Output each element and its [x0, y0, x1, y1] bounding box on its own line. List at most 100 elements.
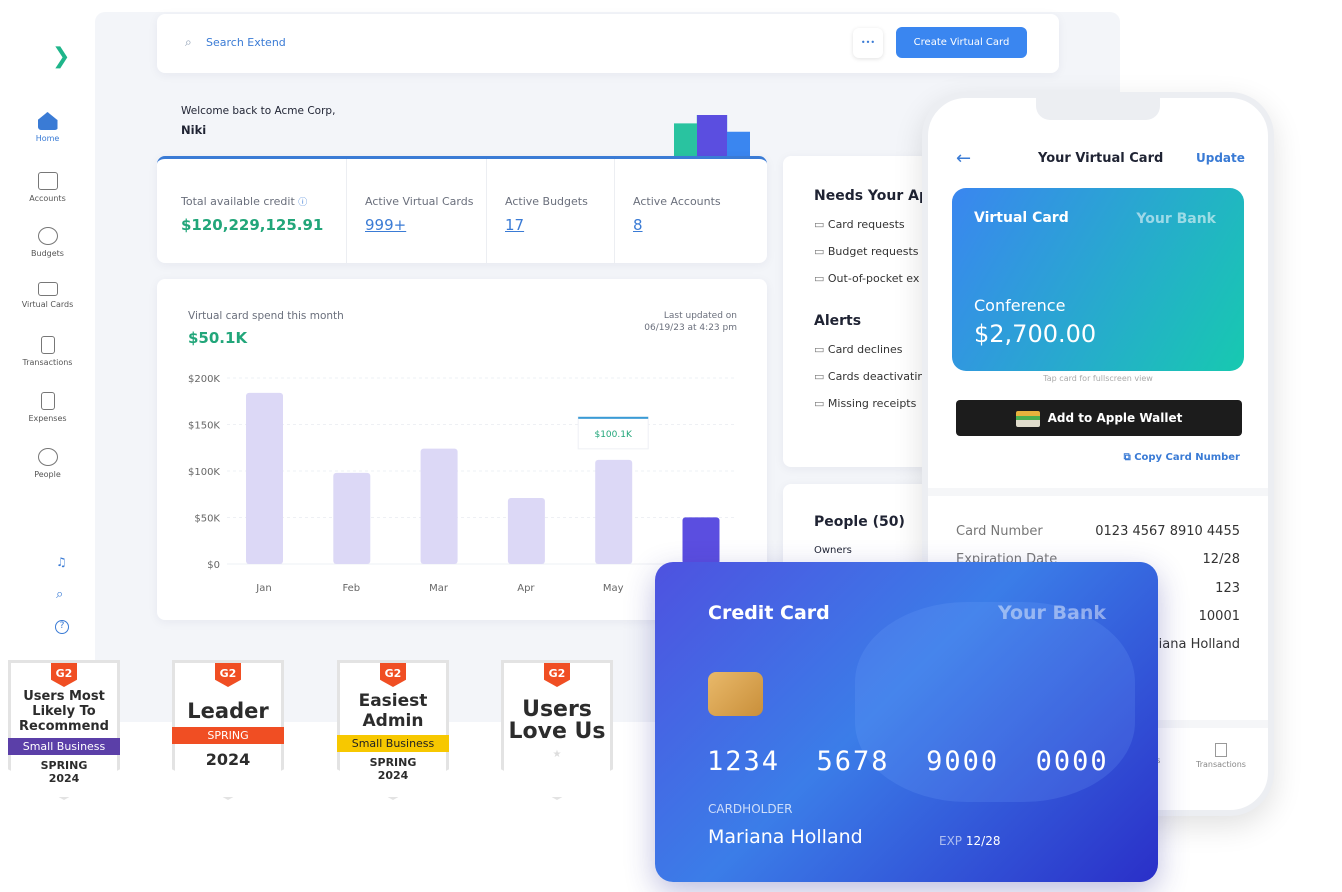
nav-label: Transactions — [22, 358, 73, 367]
badge-ribbon: Small Business — [8, 738, 120, 755]
g2-badge-easiest-admin: G2 Easiest Admin Small Business SPRING 2024 — [337, 660, 449, 800]
sidebar-item-accounts[interactable]: Accounts — [0, 172, 95, 203]
receipt-icon — [1214, 743, 1227, 757]
copy-card-number-link[interactable]: ⧉ Copy Card Number — [1124, 452, 1240, 463]
credit-card-title: Credit Card — [708, 602, 830, 624]
nav-label: Virtual Cards — [21, 300, 74, 309]
y-tick-label: $200K — [188, 374, 220, 385]
sidebar-item-budgets[interactable]: Budgets — [0, 227, 95, 258]
cardholder-label: CARDHOLDER — [708, 802, 793, 816]
wallet-icon — [1015, 410, 1040, 427]
divider — [614, 159, 615, 263]
expiry: EXP 12/28 — [939, 834, 1000, 848]
stat-accounts: Active Accounts 8 — [633, 195, 721, 234]
badge-foot: SPRING 2024 — [369, 756, 417, 782]
g2-logo: G2 — [215, 663, 241, 687]
wallet-label: Add to Apple Wallet — [1047, 411, 1183, 425]
search-icon[interactable]: ⌕ — [56, 587, 63, 602]
detail-card-number: Card Number 0123 4567 8910 4455 — [956, 524, 1240, 539]
nav-label: Budgets — [31, 249, 64, 258]
bar — [682, 517, 720, 564]
credit-card-bank: Your Bank — [997, 602, 1106, 624]
sidebar-item-home[interactable]: Home — [0, 112, 95, 143]
virtual-card[interactable]: Virtual Card Your Bank Conference $2,700… — [952, 188, 1244, 371]
info-icon: ⓘ — [298, 198, 308, 208]
badge-ribbon: Small Business — [337, 735, 449, 752]
sidebar-item-people[interactable]: People — [0, 448, 95, 479]
sidebar-item-virtual-cards[interactable]: Virtual Cards — [0, 282, 95, 309]
card-requests-link[interactable]: Card requests — [814, 218, 929, 231]
cards-deactivating-link[interactable]: Cards deactivatin — [814, 370, 929, 383]
search-icon: ⌕ — [185, 35, 192, 49]
copy-label: Copy Card Number — [1134, 452, 1240, 463]
divider — [486, 159, 487, 263]
badge-line: Admin — [362, 711, 424, 731]
people-icon — [37, 448, 58, 466]
chip-icon — [708, 672, 763, 716]
user-name: Niki — [181, 123, 207, 137]
search-input[interactable]: Search Extend — [206, 36, 286, 49]
tab-label: Transactions — [1196, 760, 1246, 769]
g2-badge-leader: G2 Leader SPRING 2024 — [172, 660, 284, 800]
stat-value: $120,229,125.91 — [181, 216, 324, 234]
credit-card: Credit Card Your Bank 1234 5678 9000 000… — [655, 562, 1158, 882]
budget-requests-link[interactable]: Budget requests — [814, 245, 929, 258]
more-button[interactable]: ••• — [853, 28, 883, 58]
badge-ribbon: SPRING — [172, 727, 284, 744]
stat-link[interactable]: 17 — [505, 216, 588, 234]
badge-line: Users Most — [23, 689, 105, 704]
x-tick-label: Feb — [342, 583, 360, 594]
owners-label: Owners — [814, 545, 852, 556]
divider — [928, 488, 1268, 496]
stat-budgets: Active Budgets 17 — [505, 195, 588, 234]
help-icon[interactable]: ? — [55, 620, 69, 634]
phone-title: Your Virtual Card — [1038, 151, 1164, 166]
add-to-apple-wallet-button[interactable]: Add to Apple Wallet — [956, 400, 1242, 436]
stats-card: Total available credit ⓘ $120,229,125.91 … — [157, 156, 767, 263]
y-tick-label: $150K — [188, 421, 220, 432]
card-declines-link[interactable]: Card declines — [814, 343, 929, 356]
y-tick-label: $50K — [194, 514, 220, 525]
out-of-pocket-link[interactable]: Out-of-pocket ex — [814, 272, 929, 285]
y-tick-label: $0 — [207, 560, 220, 571]
badge-line: Likely To — [32, 704, 96, 719]
sidebar-item-expenses[interactable]: Expenses — [0, 392, 95, 423]
expense-icon — [40, 392, 55, 410]
virtual-card-name: Conference — [974, 296, 1066, 315]
detail-value: iana Holland — [1158, 637, 1240, 652]
stat-virtual-cards: Active Virtual Cards 999+ — [365, 195, 473, 234]
alerts-title: Alerts — [814, 313, 862, 329]
virtual-card-title: Virtual Card — [974, 210, 1069, 226]
badge-line: Love Us — [508, 719, 606, 744]
x-tick-label: Apr — [517, 583, 535, 594]
nav-label: Home — [35, 134, 60, 143]
create-virtual-card-button[interactable]: Create Virtual Card — [896, 27, 1027, 58]
g2-logo: G2 — [51, 663, 77, 687]
stat-link[interactable]: 999+ — [365, 216, 473, 234]
welcome-text: Welcome back to Acme Corp, — [181, 105, 336, 117]
back-arrow-icon[interactable]: ← — [956, 148, 971, 169]
tooltip-accent — [578, 416, 649, 419]
badge-line: Users — [522, 697, 592, 722]
badge-foot: 2024 — [205, 750, 251, 769]
star-icon: ★ — [552, 749, 562, 760]
bar — [246, 392, 283, 564]
y-tick-label: $100K — [188, 467, 220, 478]
missing-receipts-link[interactable]: Missing receipts — [814, 397, 929, 410]
stat-label: Active Accounts — [633, 195, 721, 208]
x-tick-label: May — [603, 583, 624, 594]
bell-icon[interactable]: ♫ — [56, 555, 67, 569]
card-icon — [37, 282, 58, 296]
bar — [333, 472, 371, 564]
detail-value: 0123 4567 8910 4455 — [1095, 524, 1240, 539]
detail-value: 12/28 — [1202, 552, 1240, 567]
tab-transactions[interactable]: Transactions — [1196, 743, 1246, 769]
update-button[interactable]: Update — [1196, 151, 1245, 165]
approvals-card: Needs Your Ap Card requests Budget reque… — [783, 156, 943, 467]
home-icon — [37, 112, 58, 130]
stat-label: Total available credit — [181, 195, 295, 208]
x-tick-label: Mar — [429, 583, 449, 594]
stat-total-credit: Total available credit ⓘ $120,229,125.91 — [181, 195, 323, 234]
sidebar-item-transactions[interactable]: Transactions — [0, 336, 95, 367]
stat-link[interactable]: 8 — [633, 216, 721, 234]
